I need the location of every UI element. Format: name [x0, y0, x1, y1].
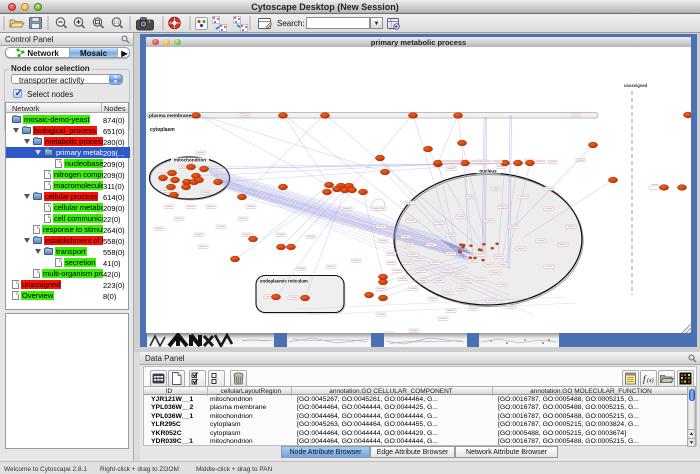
svg-text:mitochondrion: mitochondrion: [174, 158, 206, 163]
svg-text:plasma membrane: plasma membrane: [149, 113, 191, 119]
svg-text:endoplasmic reticulum: endoplasmic reticulum: [260, 279, 308, 284]
svg-text:cytoplasm: cytoplasm: [150, 127, 175, 133]
svg-text:nucleus: nucleus: [479, 169, 497, 174]
svg-text:(x): (x): [647, 377, 654, 384]
svg-text:unassigned: unassigned: [624, 83, 648, 88]
svg-text:1:1: 1:1: [113, 20, 120, 25]
